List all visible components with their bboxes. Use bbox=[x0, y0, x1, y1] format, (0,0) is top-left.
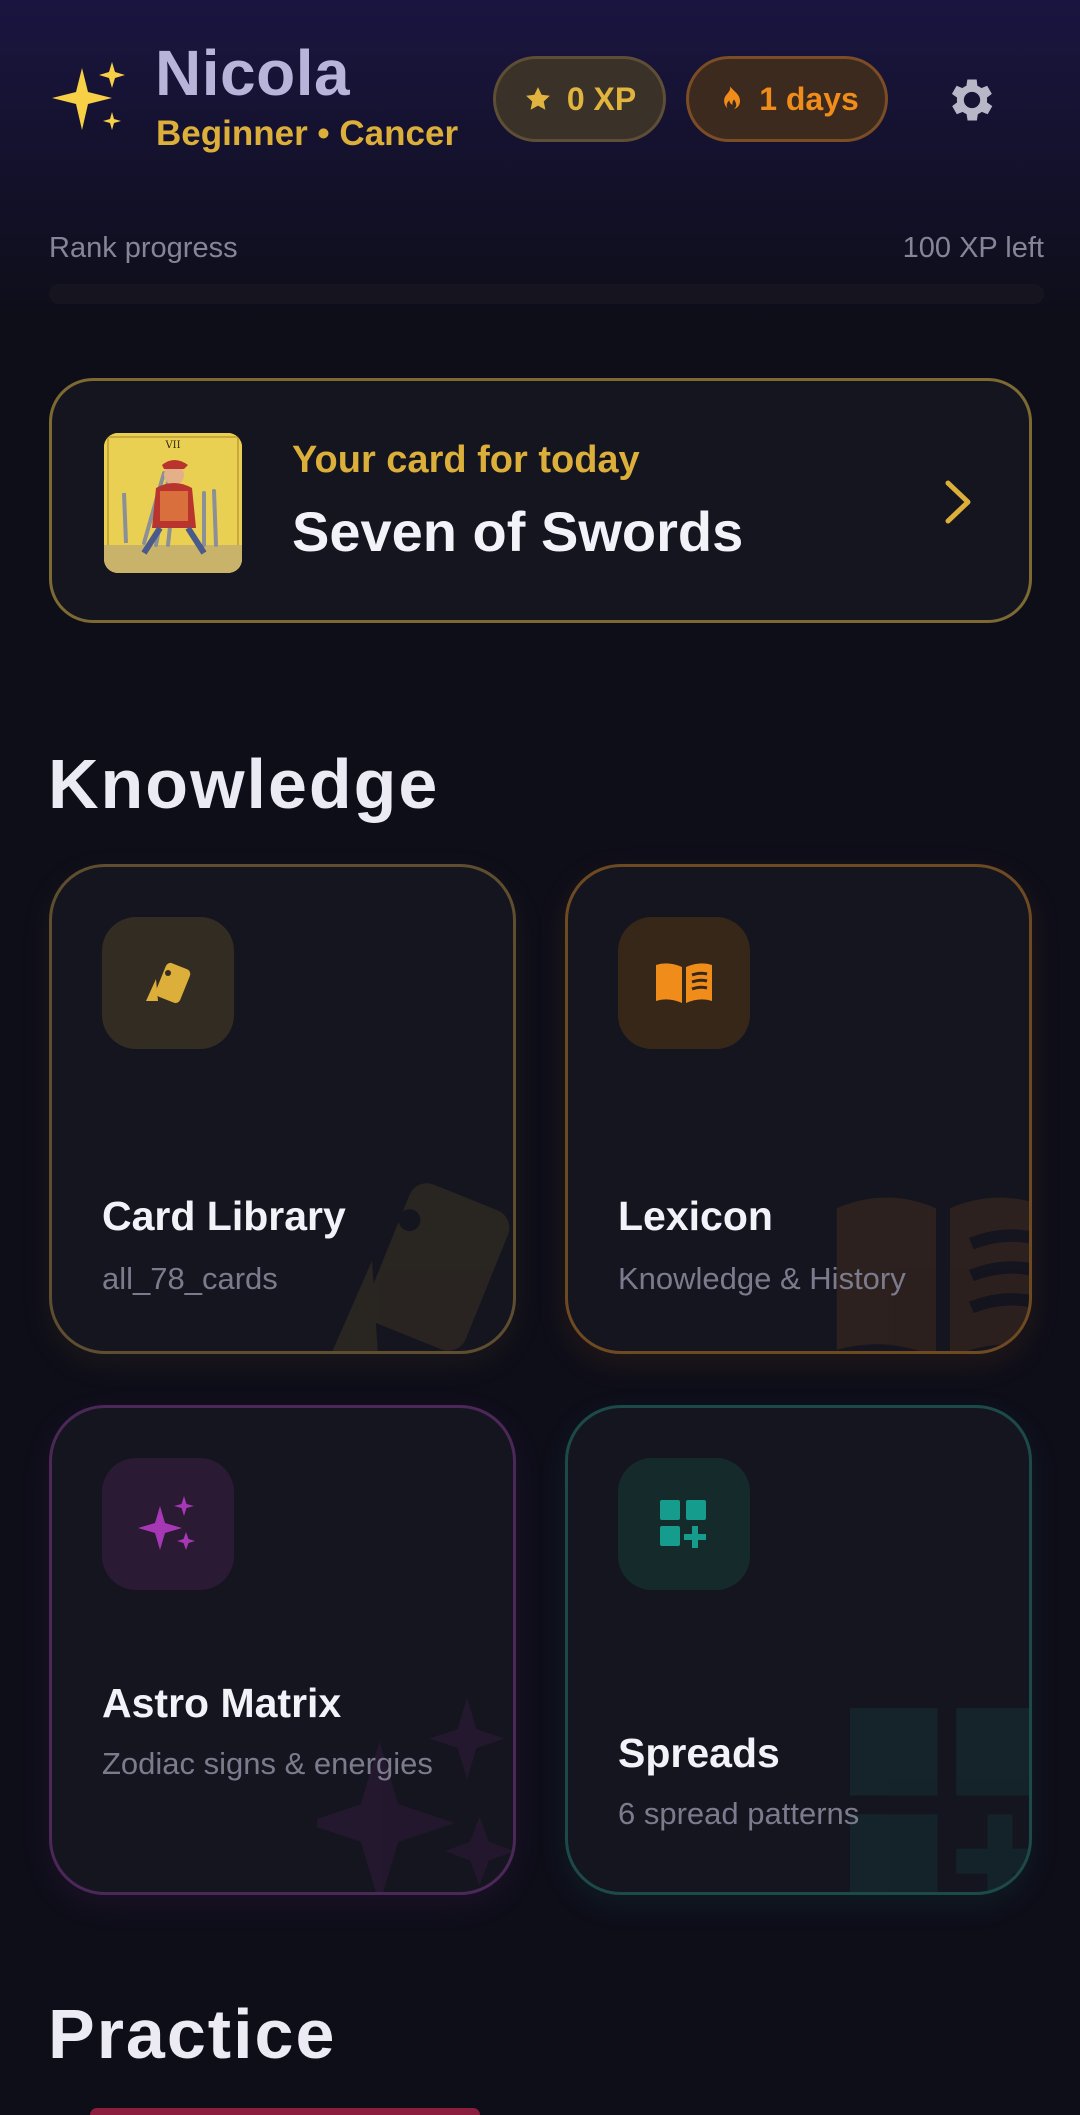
tile-subtitle: 6 spread patterns bbox=[618, 1796, 860, 1831]
sparkles-emoji-icon bbox=[52, 62, 125, 130]
tile-subtitle: Zodiac signs & energies bbox=[102, 1746, 433, 1781]
daily-card-name: Seven of Swords bbox=[292, 500, 744, 563]
tile-title: Astro Matrix bbox=[102, 1680, 342, 1726]
header: Nicola Beginner • Cancer 0 XP 1 days bbox=[0, 0, 1080, 200]
streak-badge[interactable]: 1 days bbox=[686, 56, 888, 142]
rank-xp-remaining: 100 XP left bbox=[902, 232, 1044, 264]
tile-icon-box bbox=[102, 1458, 234, 1590]
section-title-knowledge: Knowledge bbox=[48, 745, 440, 823]
rank-progress-bar bbox=[49, 284, 1044, 304]
rank-and-sign: Beginner • Cancer bbox=[156, 114, 459, 153]
tile-spreads[interactable]: Spreads 6 spread patterns bbox=[565, 1405, 1032, 1895]
tile-title: Card Library bbox=[102, 1193, 346, 1239]
section-title-practice: Practice bbox=[48, 1995, 337, 2073]
streak-label: 1 days bbox=[759, 80, 859, 117]
user-name: Nicola bbox=[155, 37, 351, 109]
home-screen: Nicola Beginner • Cancer 0 XP 1 days Ran… bbox=[0, 0, 1080, 2115]
daily-card-banner[interactable]: VII Your card for today Seven of Swords bbox=[49, 378, 1032, 623]
tile-subtitle: Knowledge & History bbox=[618, 1261, 906, 1296]
star-icon bbox=[525, 87, 550, 110]
tile-subtitle: all_78_cards bbox=[102, 1261, 278, 1296]
card-numeral: VII bbox=[164, 440, 180, 451]
tile-icon-box bbox=[618, 1458, 750, 1590]
chevron-right-icon bbox=[945, 480, 971, 524]
rank-progress-label: Rank progress bbox=[49, 232, 238, 264]
book-icon bbox=[656, 963, 712, 1003]
sparkle-watermark-icon bbox=[317, 1698, 513, 1892]
tile-lexicon[interactable]: Lexicon Knowledge & History bbox=[565, 864, 1032, 1354]
tile-card-library[interactable]: Card Library all_78_cards bbox=[49, 864, 516, 1354]
tarot-card-thumbnail: VII bbox=[104, 433, 242, 573]
tile-icon-box bbox=[102, 917, 234, 1049]
tile-title: Lexicon bbox=[618, 1193, 773, 1239]
tile-icon-box bbox=[618, 917, 750, 1049]
grid-plus-icon bbox=[660, 1500, 706, 1548]
daily-card-kicker: Your card for today bbox=[292, 439, 640, 481]
practice-card-peek[interactable] bbox=[90, 2108, 480, 2115]
xp-badge[interactable]: 0 XP bbox=[493, 56, 666, 142]
sparkle-icon bbox=[138, 1496, 195, 1550]
gear-icon[interactable] bbox=[944, 72, 1000, 128]
xp-label: 0 XP bbox=[566, 80, 637, 117]
seven-of-swords-illustration: VII bbox=[104, 433, 242, 573]
tile-astro-matrix[interactable]: Astro Matrix Zodiac signs & energies bbox=[49, 1405, 516, 1895]
cards-icon bbox=[146, 962, 191, 1004]
flame-icon bbox=[724, 86, 741, 109]
tile-title: Spreads bbox=[618, 1730, 780, 1776]
